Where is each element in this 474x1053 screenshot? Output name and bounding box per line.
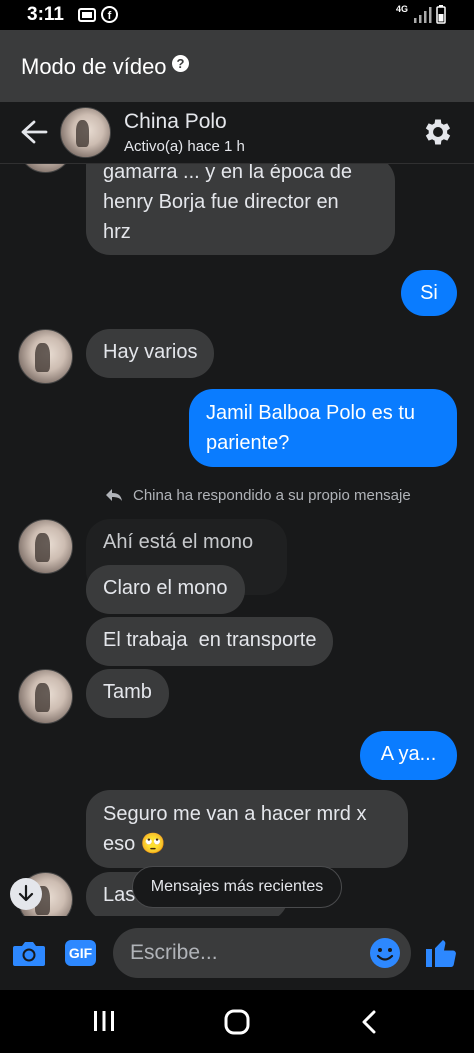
- newer-messages-button[interactable]: Mensajes más recientes: [132, 866, 342, 908]
- contact-name[interactable]: China Polo: [124, 110, 227, 134]
- contact-status: Activo(a) hace 1 h: [124, 138, 245, 155]
- video-mode-bar: Modo de vídeo ?: [0, 30, 474, 102]
- message-input[interactable]: Escribe...: [113, 928, 411, 978]
- battery-icon: [436, 5, 446, 24]
- message-bubble-incoming[interactable]: gamarra ... y en la época de henry Borja…: [86, 164, 395, 255]
- contact-avatar[interactable]: [60, 107, 111, 158]
- conversation-header: China Polo Activo(a) hace 1 h: [0, 102, 474, 164]
- arrow-down-icon: [18, 884, 34, 902]
- composer-bar: GIF Escribe...: [0, 916, 474, 990]
- message-bubble-incoming[interactable]: Seguro me van a hacer mrd x eso 🙄: [86, 790, 408, 868]
- help-icon[interactable]: ?: [172, 55, 189, 72]
- svg-text:f: f: [108, 10, 112, 22]
- message-bubble-outgoing[interactable]: A ya...: [360, 731, 457, 780]
- message-bubble-incoming[interactable]: Claro el mono: [86, 565, 245, 614]
- network-label: 4G: [396, 4, 409, 14]
- contact-avatar-small: [18, 164, 73, 173]
- notification-icon: [78, 8, 96, 22]
- system-nav-bar: [0, 990, 474, 1053]
- message-bubble-incoming[interactable]: Tamb: [86, 669, 169, 718]
- message-input-placeholder: Escribe...: [130, 941, 218, 964]
- back-arrow-icon[interactable]: [20, 120, 48, 144]
- contact-avatar-small: [18, 519, 73, 574]
- status-time: 3:11: [27, 4, 64, 25]
- message-bubble-outgoing[interactable]: Jamil Balboa Polo es tu pariente?: [189, 389, 457, 467]
- contact-avatar-small: [18, 329, 73, 384]
- scroll-down-button[interactable]: [10, 878, 42, 910]
- thumbs-up-icon[interactable]: [423, 934, 459, 970]
- video-mode-label: Modo de vídeo: [21, 54, 167, 79]
- message-bubble-incoming[interactable]: Hay varios: [86, 329, 215, 378]
- reply-note: China ha respondido a su propio mensaje: [133, 487, 411, 504]
- camera-icon[interactable]: [12, 938, 46, 968]
- settings-gear-icon[interactable]: [421, 115, 455, 149]
- replied-message-text[interactable]: Ahí está el mono: [86, 519, 270, 568]
- emoji-icon[interactable]: [369, 937, 401, 969]
- gif-button[interactable]: GIF: [65, 940, 96, 966]
- message-list[interactable]: gamarra ... y en la época de henry Borja…: [0, 164, 474, 916]
- home-icon[interactable]: [224, 1009, 250, 1035]
- message-bubble-outgoing[interactable]: Si: [401, 270, 457, 316]
- status-bar: 3:11 f 4G: [0, 0, 474, 30]
- signal-icon: [414, 7, 432, 23]
- contact-avatar-small: [18, 669, 73, 724]
- back-icon[interactable]: [360, 1009, 378, 1035]
- reply-icon: [106, 489, 122, 501]
- recent-apps-icon[interactable]: [92, 1010, 116, 1032]
- facebook-icon: f: [101, 6, 118, 23]
- message-bubble-incoming[interactable]: El trabaja en transporte: [86, 617, 334, 666]
